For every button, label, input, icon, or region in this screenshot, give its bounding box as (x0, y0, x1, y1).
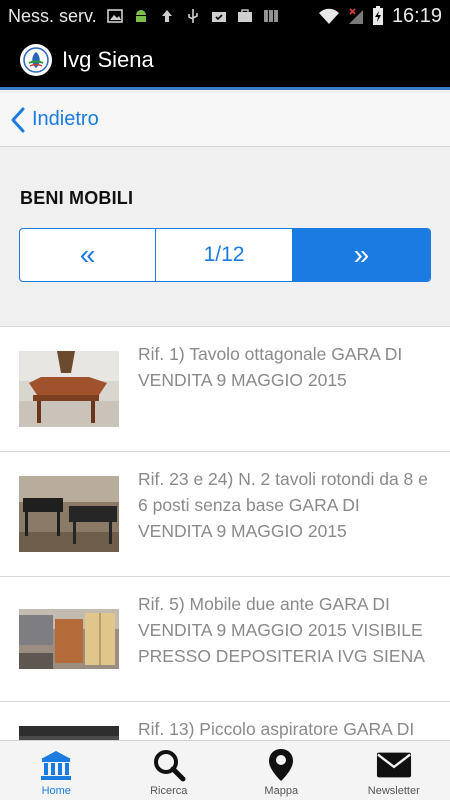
tab-home-label: Home (41, 785, 71, 797)
status-bar: Ness. serv. 16:19 (0, 0, 450, 32)
list-item[interactable]: Rif. 5) Mobile due ante GARA DI VENDITA … (0, 577, 450, 702)
cabinet-photo (19, 609, 119, 669)
app-title: Ivg Siena (62, 46, 154, 72)
chevron-left-icon (11, 107, 25, 132)
tab-newsletter-label: Newsletter (367, 785, 420, 797)
notification-icons (106, 8, 279, 24)
action-bar: Ivg Siena (0, 32, 450, 90)
item-thumbnail (19, 476, 119, 552)
upload-arrow-icon (161, 10, 172, 22)
tab-map-label: Mappa (264, 785, 299, 797)
bottom-tab-bar: Home Ricerca Mappa Newsletter (0, 740, 450, 800)
clock: 16:19 (391, 4, 442, 27)
carrier-label: Ness. serv. (8, 5, 97, 26)
briefcase-icon (237, 9, 252, 22)
items-list: Rif. 1) Tavolo ottagonale GARA DI VENDIT… (0, 326, 450, 740)
page-indicator: 1/12 (156, 229, 293, 281)
android-icon (135, 10, 146, 22)
item-title: Rif. 13) Piccolo aspiratore GARA DI (138, 719, 415, 739)
list-item[interactable]: Rif. 1) Tavolo ottagonale GARA DI VENDIT… (0, 327, 450, 452)
item-title: Rif. 23 e 24) N. 2 tavoli rotondi da 8 e… (138, 469, 428, 541)
tab-newsletter[interactable]: Newsletter (338, 741, 450, 800)
app-logo (20, 43, 52, 76)
tab-map[interactable]: Mappa (225, 741, 338, 800)
pager: « 1/12 » (19, 228, 431, 282)
bank-icon (41, 751, 72, 780)
item-thumbnail (19, 351, 119, 427)
tab-home[interactable]: Home (0, 741, 113, 800)
ivg-logo-icon (23, 46, 49, 73)
search-icon (153, 750, 186, 782)
item-title: Rif. 1) Tavolo ottagonale GARA DI VENDIT… (138, 344, 403, 390)
map-pin-icon (269, 749, 294, 781)
no-signal-icon (348, 8, 363, 24)
next-page-button[interactable]: » (292, 229, 430, 281)
item-thumbnail (19, 609, 119, 685)
envelope-icon (376, 752, 411, 778)
back-label: Indietro (32, 108, 99, 130)
image-icon (106, 9, 123, 23)
previous-page-button[interactable]: « (20, 229, 157, 281)
tab-search-label: Ricerca (150, 785, 188, 797)
list-item[interactable]: Rif. 23 e 24) N. 2 tavoli rotondi da 8 e… (0, 452, 450, 577)
barcode-icon (263, 10, 278, 22)
back-button[interactable]: Indietro (0, 93, 450, 147)
battery-charging-icon (372, 6, 383, 25)
item-thumbnail (19, 726, 119, 740)
briefcase-check-icon (211, 12, 226, 22)
item-title: Rif. 5) Mobile due ante GARA DI VENDITA … (138, 594, 425, 666)
aspirator-photo (19, 726, 119, 740)
usb-icon (187, 9, 198, 23)
list-item[interactable]: Rif. 13) Piccolo aspiratore GARA DI (0, 702, 450, 740)
tab-search[interactable]: Ricerca (113, 741, 226, 800)
section-title: BENI MOBILI (20, 188, 134, 208)
round-tables-photo (19, 476, 119, 552)
wifi-icon (318, 8, 339, 24)
octagonal-table-photo (19, 351, 119, 427)
